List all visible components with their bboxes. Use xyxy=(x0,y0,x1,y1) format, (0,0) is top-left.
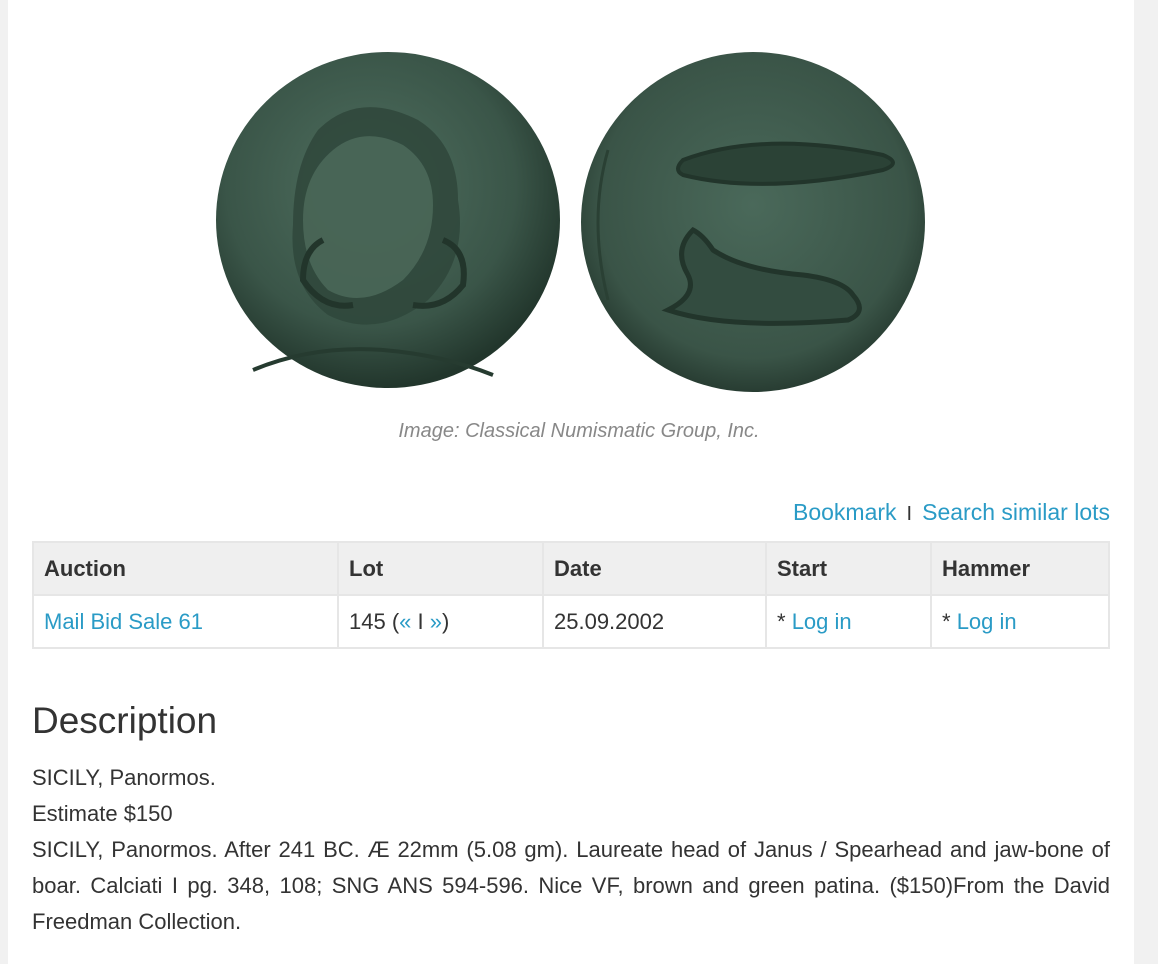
lot-number: 145 ( xyxy=(349,608,400,634)
hammer-prefix: * xyxy=(942,608,957,634)
lot-close-paren: ) xyxy=(442,608,450,634)
estimate-line: Estimate $150 xyxy=(32,801,173,826)
header-auction: Auction xyxy=(32,541,339,596)
header-start: Start xyxy=(765,541,932,596)
lot-actions: Bookmark I Search similar lots xyxy=(793,499,1110,526)
header-hammer: Hammer xyxy=(930,541,1110,596)
coin-obverse-icon xyxy=(216,52,560,388)
hammer-cell: * Log in xyxy=(930,594,1110,649)
coin-reverse-icon xyxy=(581,52,925,392)
header-date: Date xyxy=(542,541,767,596)
previous-lot-link[interactable]: « xyxy=(399,609,411,634)
table-header-row: Auction Lot Date Start Hammer xyxy=(32,541,1110,596)
lot-table: Auction Lot Date Start Hammer Mail Bid S… xyxy=(32,541,1110,649)
start-prefix: * xyxy=(777,608,792,634)
table-row: Mail Bid Sale 61 145 (« I ») 25.09.2002 … xyxy=(32,594,1110,649)
hammer-login-link[interactable]: Log in xyxy=(957,609,1017,634)
start-login-link[interactable]: Log in xyxy=(792,609,852,634)
date-cell: 25.09.2002 xyxy=(542,594,767,649)
coin-image[interactable] xyxy=(213,40,943,400)
header-lot: Lot xyxy=(337,541,544,596)
description-title-line: SICILY, Panormos. xyxy=(32,765,216,790)
lot-cell: 145 (« I ») xyxy=(337,594,544,649)
auction-cell: Mail Bid Sale 61 xyxy=(32,594,339,649)
image-caption: Image: Classical Numismatic Group, Inc. xyxy=(398,420,760,442)
description-body: SICILY, Panormos. Estimate $150 SICILY, … xyxy=(32,760,1110,940)
bookmark-link[interactable]: Bookmark xyxy=(793,499,897,525)
start-cell: * Log in xyxy=(765,594,932,649)
description-heading: Description xyxy=(32,700,218,741)
lot-nav-separator: I xyxy=(411,608,430,634)
actions-separator: I xyxy=(906,503,913,525)
lot-page: Image: Classical Numismatic Group, Inc. … xyxy=(8,0,1134,964)
auction-link[interactable]: Mail Bid Sale 61 xyxy=(44,609,203,634)
next-lot-link[interactable]: » xyxy=(430,609,442,634)
description-text: SICILY, Panormos. After 241 BC. Æ 22mm (… xyxy=(32,837,1110,934)
search-similar-lots-link[interactable]: Search similar lots xyxy=(922,499,1110,525)
